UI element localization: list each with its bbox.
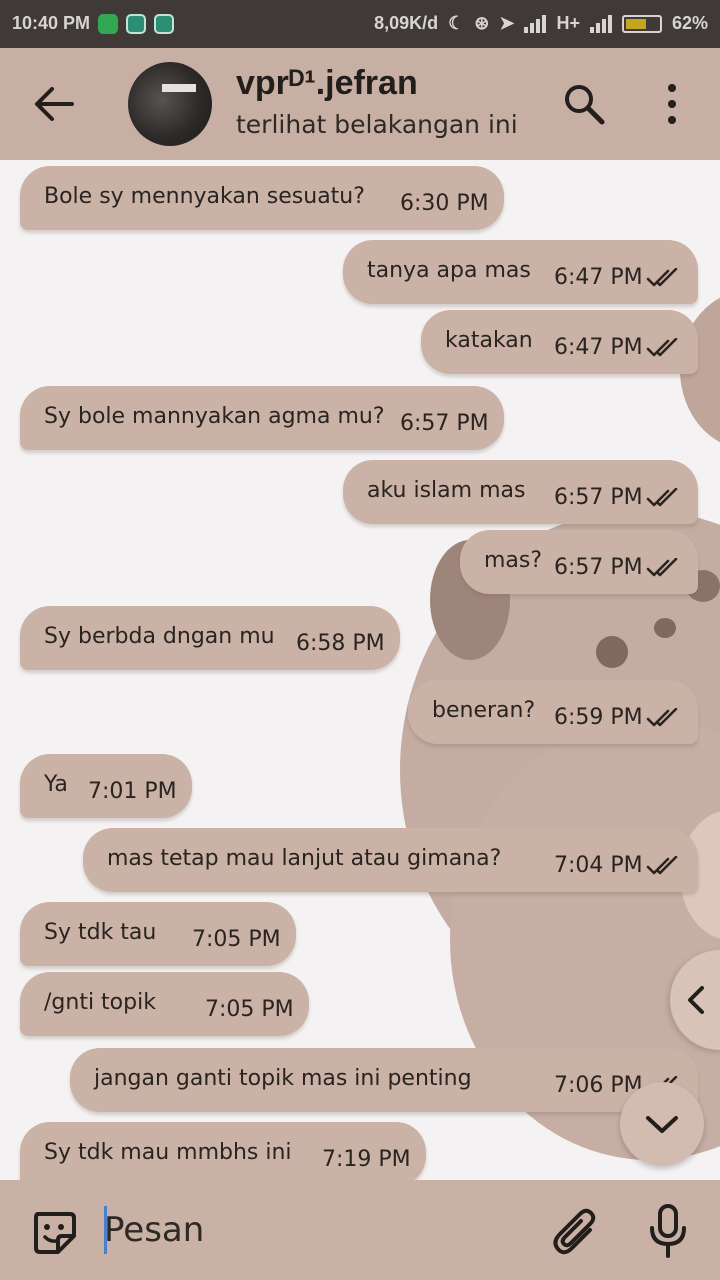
message-time: 6:59 PM	[554, 705, 643, 730]
whatsapp-notification-icon	[98, 13, 119, 34]
message-text: Sy tdk mau mmbhs ini	[44, 1140, 292, 1165]
outgoing-message-bubble[interactable]: katakan 6:47 PM	[421, 310, 698, 374]
message-time: 6:58 PM	[296, 631, 385, 656]
double-check-read-icon	[646, 488, 678, 507]
message-time: 6:30 PM	[400, 191, 489, 216]
wallpaper-shape	[596, 636, 628, 668]
double-check-read-icon	[646, 558, 678, 577]
network-speed: 8,09K/d	[374, 13, 439, 33]
message-text: aku islam mas	[367, 478, 526, 503]
message-text: /gnti topik	[44, 990, 156, 1015]
message-text: Bole sy mennyakan sesuatu?	[44, 184, 365, 209]
status-time: 10:40 PM	[12, 13, 91, 33]
message-text: Ya	[44, 772, 68, 797]
incoming-message-bubble[interactable]: Sy berbda dngan mu 6:58 PM	[20, 606, 400, 670]
incoming-message-bubble[interactable]: Bole sy mennyakan sesuatu? 6:30 PM	[20, 166, 504, 230]
message-time: 7:05 PM	[192, 927, 281, 952]
message-text: Sy berbda dngan mu	[44, 624, 275, 649]
message-time: 6:47 PM	[554, 335, 643, 360]
outgoing-message-bubble[interactable]: mas? 6:57 PM	[460, 530, 698, 594]
message-time: 7:06 PM	[554, 1073, 643, 1098]
last-seen-status: terlihat belakangan ini	[236, 110, 518, 139]
message-text: Sy tdk tau	[44, 920, 157, 945]
message-time: 6:57 PM	[554, 555, 643, 580]
message-time: 7:04 PM	[554, 853, 643, 878]
app-notification-icon	[126, 13, 147, 34]
location-icon: ➤	[499, 13, 515, 33]
battery-percent: 62%	[671, 13, 708, 33]
incoming-message-bubble[interactable]: Sy tdk tau 7:05 PM	[20, 902, 296, 966]
message-text: Sy bole mannyakan agma mu?	[44, 404, 385, 429]
attachment-paperclip-icon[interactable]	[552, 1206, 600, 1258]
microphone-icon[interactable]	[648, 1204, 688, 1260]
message-time: 7:05 PM	[205, 997, 294, 1022]
contact-name[interactable]: vprᴰ¹.jefran	[236, 64, 418, 103]
outgoing-message-bubble[interactable]: jangan ganti topik mas ini penting 7:06 P…	[70, 1048, 698, 1112]
chat-area[interactable]: Bole sy mennyakan sesuatu? 6:30 PM tanya a…	[0, 160, 720, 1180]
message-input[interactable]	[104, 1204, 524, 1256]
incoming-message-bubble[interactable]: Sy tdk mau mmbhs ini 7:19 PM	[20, 1122, 426, 1180]
double-check-read-icon	[646, 338, 678, 357]
back-arrow-icon[interactable]	[30, 84, 78, 124]
incoming-message-bubble[interactable]: /gnti topik 7:05 PM	[20, 972, 309, 1036]
signal-icon-2	[589, 14, 612, 33]
message-time: 7:01 PM	[88, 779, 177, 804]
message-text: beneran?	[432, 698, 536, 723]
incoming-message-bubble[interactable]: Ya 7:01 PM	[20, 754, 192, 818]
signal-icon	[524, 14, 547, 33]
battery-icon	[621, 14, 662, 33]
message-time: 6:47 PM	[554, 265, 643, 290]
chevron-left-icon	[688, 986, 704, 1014]
message-text: mas tetap mau lanjut atau gimana?	[107, 846, 502, 871]
message-time: 6:57 PM	[554, 485, 643, 510]
status-bar: 10:40 PM 8,09K/d ☾ ⊛ ➤ H+ 62%	[0, 0, 720, 48]
scroll-down-button[interactable]	[620, 1082, 704, 1166]
outgoing-message-bubble[interactable]: beneran? 6:59 PM	[408, 680, 698, 744]
incoming-message-bubble[interactable]: Sy bole mannyakan agma mu? 6:57 PM	[20, 386, 504, 450]
chat-header: vprᴰ¹.jefran terlihat belakangan ini	[0, 48, 720, 160]
message-text: katakan	[445, 328, 533, 353]
chevron-down-icon	[646, 1116, 678, 1133]
more-options-icon[interactable]	[658, 82, 686, 126]
do-not-disturb-icon: ☾	[448, 13, 465, 33]
contact-avatar[interactable]	[128, 62, 212, 146]
lock-rotation-icon: ⊛	[474, 13, 490, 33]
message-text: mas?	[484, 548, 543, 573]
outgoing-message-bubble[interactable]: aku islam mas 6:57 PM	[343, 460, 698, 524]
text-cursor	[104, 1206, 107, 1254]
app-notification-icon-2	[154, 13, 175, 34]
double-check-read-icon	[646, 268, 678, 287]
network-type: H+	[556, 13, 580, 33]
search-icon[interactable]	[562, 82, 606, 126]
double-check-read-icon	[646, 708, 678, 727]
message-text: tanya apa mas	[367, 258, 531, 283]
sticker-emoji-icon[interactable]	[30, 1208, 78, 1256]
message-time: 6:57 PM	[400, 411, 489, 436]
outgoing-message-bubble[interactable]: tanya apa mas 6:47 PM	[343, 240, 698, 304]
wallpaper-shape	[654, 618, 676, 638]
message-time: 7:19 PM	[322, 1147, 411, 1172]
message-text: jangan ganti topik mas ini penting	[94, 1066, 472, 1091]
message-input-bar	[0, 1180, 720, 1280]
double-check-read-icon	[646, 856, 678, 875]
outgoing-message-bubble[interactable]: mas tetap mau lanjut atau gimana? 7:04 PM	[83, 828, 698, 892]
